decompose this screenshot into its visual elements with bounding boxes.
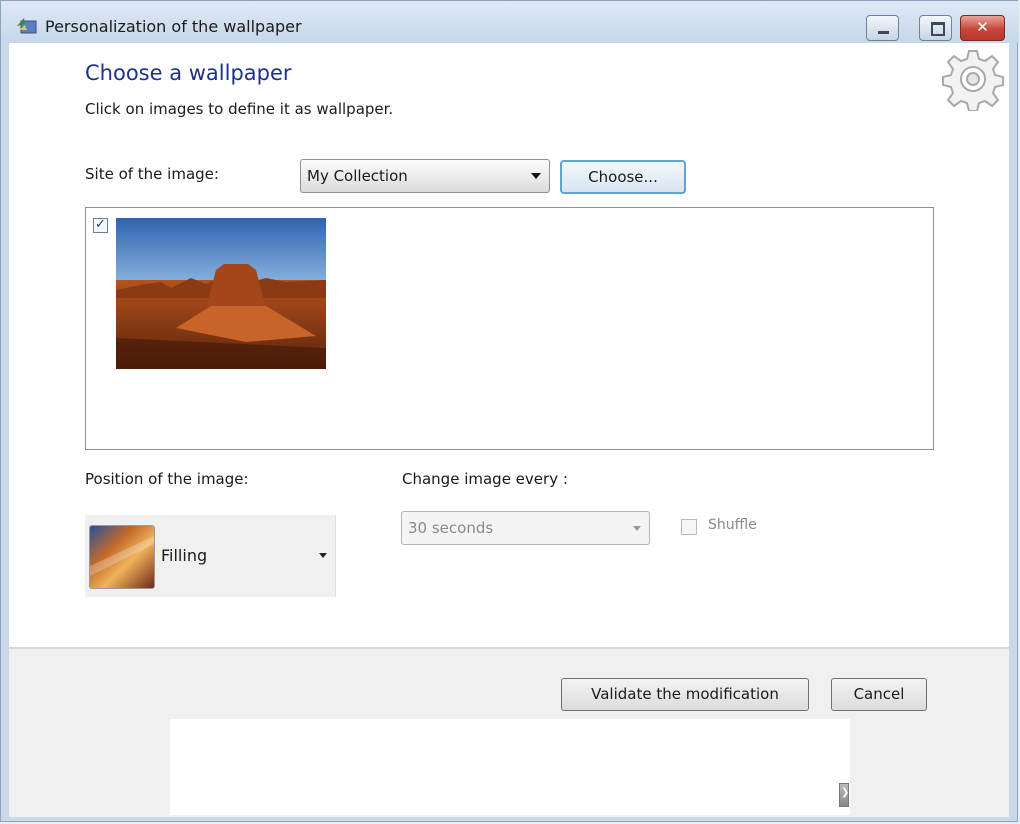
site-select-value: My Collection xyxy=(307,167,408,185)
chevron-right-icon: ❯ xyxy=(841,787,850,798)
position-select[interactable]: Filling xyxy=(85,515,336,597)
site-select[interactable]: My Collection xyxy=(300,159,550,193)
interval-label: Change image every : xyxy=(402,470,568,488)
minimize-icon xyxy=(878,31,889,34)
gear-icon xyxy=(942,50,1004,111)
content-area: Choose a wallpaper Click on images to de… xyxy=(9,43,1009,647)
window-title: Personalization of the wallpaper xyxy=(45,17,302,36)
footer: Validate the modification Cancel ❯ xyxy=(9,647,1009,817)
maximize-button[interactable] xyxy=(919,15,952,41)
maximize-icon xyxy=(931,22,945,36)
cancel-button[interactable]: Cancel xyxy=(831,678,927,711)
page-instructions: Click on images to define it as wallpape… xyxy=(85,100,394,118)
site-label: Site of the image: xyxy=(85,165,219,183)
close-button[interactable]: ✕ xyxy=(960,15,1005,41)
chevron-down-icon xyxy=(319,553,327,558)
app-window: Personalization of the wallpaper ✕ Choos… xyxy=(0,0,1019,822)
interval-select-value: 30 seconds xyxy=(408,519,494,537)
position-select-value: Filling xyxy=(161,546,208,565)
checkmark-icon: ✓ xyxy=(95,217,106,232)
chevron-down-icon xyxy=(633,526,641,531)
close-icon: ✕ xyxy=(976,18,989,36)
title-bar[interactable]: Personalization of the wallpaper ✕ xyxy=(1,1,1019,43)
desert-wallpaper-thumbnail[interactable] xyxy=(116,218,326,369)
shuffle-checkbox[interactable] xyxy=(681,519,697,535)
shuffle-label: Shuffle xyxy=(708,517,757,533)
page-title: Choose a wallpaper xyxy=(85,61,292,85)
choose-button[interactable]: Choose... xyxy=(560,160,686,194)
ad-banner: ❯ xyxy=(170,719,850,815)
ad-next-button[interactable]: ❯ xyxy=(839,783,849,807)
fill-mode-icon xyxy=(89,525,155,589)
interval-select[interactable]: 30 seconds xyxy=(401,511,650,545)
minimize-button[interactable] xyxy=(866,15,899,41)
position-label: Position of the image: xyxy=(85,470,249,488)
chevron-down-icon xyxy=(531,173,541,179)
image-checkbox[interactable]: ✓ xyxy=(93,217,108,233)
validate-button[interactable]: Validate the modification xyxy=(561,678,809,711)
image-list[interactable]: ✓ xyxy=(85,207,934,450)
app-icon xyxy=(17,18,37,34)
